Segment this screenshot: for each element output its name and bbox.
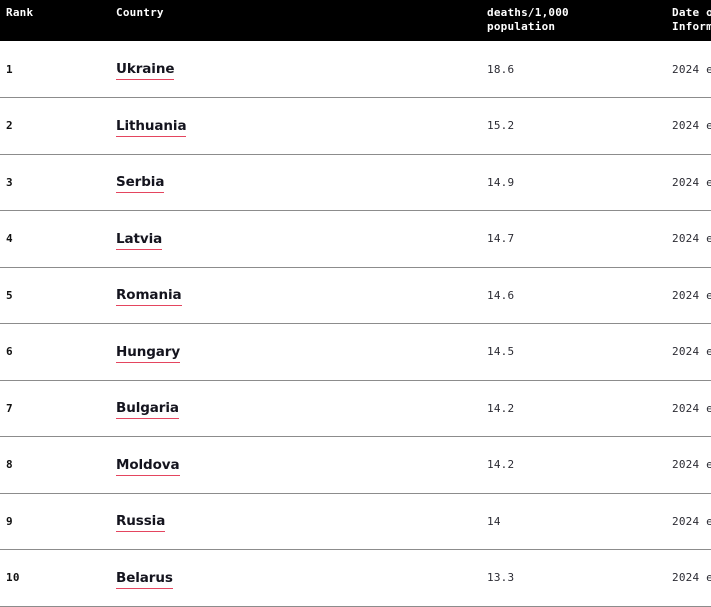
cell-rank: 8 [0,436,58,493]
cell-deaths-per-1000-population: 14.2 [470,380,661,437]
cell-rank: 1 [0,41,58,98]
country-link[interactable]: Bulgaria [116,401,179,420]
cell-country: Hungary [58,323,470,380]
table-header-row: Rank Country deaths/1,000 population Dat… [0,0,711,41]
cell-deaths-per-1000-population: 14 [470,493,661,550]
cell-country: Serbia [58,154,470,211]
table-header: Rank Country deaths/1,000 population Dat… [0,0,711,41]
cell-rank: 2 [0,97,58,154]
cell-deaths-per-1000-population: 13.3 [470,549,661,606]
cell-country: Belarus [58,549,470,606]
table-row: 5 Romania 14.62024 est. [0,267,711,324]
country-link[interactable]: Serbia [116,175,164,194]
country-link[interactable]: Romania [116,288,182,307]
table-row: 4 Latvia 14.72024 est. [0,210,711,267]
cell-date-of-information: 2024 est. [661,154,711,211]
cell-date-of-information: 2024 est. [661,41,711,98]
table-row: 10 Belarus 13.32024 est. [0,549,711,606]
cell-country: Moldova [58,436,470,493]
cell-date-of-information: 2024 est. [661,267,711,324]
table-row: 7 Bulgaria 14.22024 est. [0,380,711,437]
cell-date-of-information: 2024 est. [661,493,711,550]
table-row: 9 Russia 142024 est. [0,493,711,550]
table-body: 1Ukraine18.62024 est.2Lithuania15.22024 … [0,41,711,606]
cell-rank: 4 [0,210,58,267]
cell-rank: 6 [0,323,58,380]
country-link[interactable]: Ukraine [116,62,175,80]
cell-country: Lithuania [58,97,470,154]
cell-country: Latvia [58,210,470,267]
country-ranking-table: Rank Country deaths/1,000 population Dat… [0,0,711,607]
cell-deaths-per-1000-population: 15.2 [470,97,661,154]
cell-deaths-per-1000-population: 14.5 [470,323,661,380]
cell-date-of-information: 2024 est. [661,549,711,606]
column-header-deaths-per-1000-population[interactable]: deaths/1,000 population [470,0,661,41]
country-link[interactable]: Belarus [116,570,173,589]
cell-deaths-per-1000-population: 14.6 [470,267,661,324]
column-header-date-of-information[interactable]: Date of Information [661,0,711,41]
column-header-rank[interactable]: Rank [0,0,58,41]
cell-rank: 9 [0,493,58,550]
cell-date-of-information: 2024 est. [661,323,711,380]
table-row: 3 Serbia 14.92024 est. [0,154,711,211]
column-header-country[interactable]: Country [58,0,470,41]
table-row: 6 Hungary 14.52024 est. [0,323,711,380]
cell-date-of-information: 2024 est. [661,210,711,267]
cell-rank: 3 [0,154,58,211]
cell-deaths-per-1000-population: 14.2 [470,436,661,493]
country-link[interactable]: Lithuania [116,118,187,137]
cell-country: Romania [58,267,470,324]
cell-country: Ukraine [58,41,470,98]
cell-rank: 5 [0,267,58,324]
cell-country: Russia [58,493,470,550]
cell-deaths-per-1000-population: 18.6 [470,41,661,98]
cell-date-of-information: 2024 est. [661,97,711,154]
country-link[interactable]: Russia [116,514,165,533]
table-row: 1 Ukraine 18.62024 est. [0,41,711,98]
country-link[interactable]: Hungary [116,344,180,363]
country-link[interactable]: Moldova [116,457,180,476]
cell-deaths-per-1000-population: 14.9 [470,154,661,211]
country-link[interactable]: Latvia [116,231,162,250]
cell-country: Bulgaria [58,380,470,437]
cell-date-of-information: 2024 est. [661,436,711,493]
cell-rank: 10 [0,549,58,606]
table-row: 2 Lithuania 15.22024 est. [0,97,711,154]
cell-date-of-information: 2024 est. [661,380,711,437]
cell-rank: 7 [0,380,58,437]
cell-deaths-per-1000-population: 14.7 [470,210,661,267]
table-row: 8 Moldova 14.22024 est. [0,436,711,493]
